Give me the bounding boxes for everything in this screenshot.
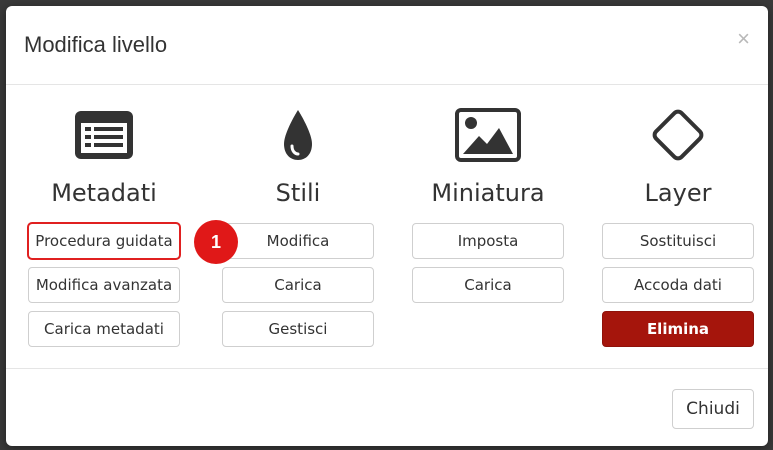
column-metadata: Metadati Procedura guidata Modifica avan… [24, 85, 184, 347]
edit-style-button[interactable]: Modifica [222, 223, 374, 259]
manage-styles-button[interactable]: Gestisci [222, 311, 374, 347]
column-heading: Layer [644, 179, 712, 207]
upload-metadata-button[interactable]: Carica metadati [28, 311, 180, 347]
modify-layer-dialog: Modifica livello × Metadati Procedura gu… [6, 6, 768, 446]
close-icon[interactable]: × [737, 28, 750, 50]
close-button[interactable]: Chiudi [672, 389, 754, 429]
append-data-button[interactable]: Accoda dati [602, 267, 754, 303]
column-heading: Metadati [51, 179, 157, 207]
dialog-title: Modifica livello [24, 32, 168, 57]
set-thumbnail-button[interactable]: Imposta [412, 223, 564, 259]
dialog-footer: Chiudi [6, 368, 768, 446]
column-thumbnail: Miniatura Imposta Carica [408, 85, 568, 303]
column-heading: Miniatura [431, 179, 545, 207]
action-columns: Metadati Procedura guidata Modifica avan… [6, 85, 768, 367]
replace-layer-button[interactable]: Sostituisci [602, 223, 754, 259]
droplet-icon [258, 105, 338, 165]
diamond-icon [638, 105, 718, 165]
column-styles: Stili Modifica Carica Gestisci [218, 85, 378, 347]
list-box-icon [64, 105, 144, 165]
delete-layer-button[interactable]: Elimina [602, 311, 754, 347]
column-heading: Stili [275, 179, 321, 207]
annotation-badge: 1 [194, 220, 238, 264]
advanced-edit-button[interactable]: Modifica avanzata [28, 267, 180, 303]
upload-thumbnail-button[interactable]: Carica [412, 267, 564, 303]
column-layer: Layer Sostituisci Accoda dati Elimina [598, 85, 758, 347]
image-icon [448, 105, 528, 165]
dialog-header: Modifica livello × [6, 6, 768, 85]
wizard-button[interactable]: Procedura guidata [27, 222, 181, 260]
upload-style-button[interactable]: Carica [222, 267, 374, 303]
